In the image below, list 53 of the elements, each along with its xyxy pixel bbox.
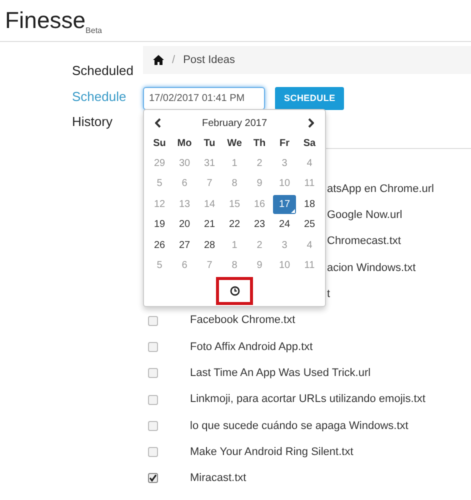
calendar-day[interactable]: 18 xyxy=(298,194,321,214)
weekday-label: Th xyxy=(252,136,267,150)
date-field[interactable]: 17/02/2017 01:41 PM xyxy=(143,87,265,110)
file-name: atsApp en Chrome.url xyxy=(327,182,434,197)
next-month-icon[interactable] xyxy=(308,118,314,128)
weekday-label: Sa xyxy=(302,136,317,150)
clock-icon xyxy=(230,286,240,296)
beta-label: Beta xyxy=(86,27,102,35)
calendar-day[interactable]: 22 xyxy=(223,215,246,234)
weekday-label: Mo xyxy=(176,136,193,150)
checkbox[interactable] xyxy=(148,368,158,378)
checkbox[interactable] xyxy=(148,394,158,405)
weekday-label: Fr xyxy=(278,136,290,150)
file-name: Linkmoji, para acortar URLs utilizando emojis.txt xyxy=(190,392,426,408)
file-name: lo que sucede cuándo se apaga Windows.txt xyxy=(190,418,408,434)
calendar-day[interactable]: 21 xyxy=(198,215,221,234)
calendar-day[interactable]: 23 xyxy=(248,215,271,234)
file-name: t xyxy=(327,287,330,302)
previous-month-icon[interactable] xyxy=(155,118,161,128)
breadcrumb-separator: / xyxy=(172,52,176,68)
breadcrumb-item[interactable]: Post Ideas xyxy=(183,52,236,68)
file-name: Chromecast.txt xyxy=(327,234,401,250)
file-name: Make Your Android Ring Silent.txt xyxy=(190,444,354,460)
calendar-day[interactable]: 24 xyxy=(273,215,296,234)
checkbox[interactable] xyxy=(148,342,158,352)
calendar-day[interactable]: 27 xyxy=(173,236,196,255)
calendar-day[interactable]: 28 xyxy=(198,236,221,255)
nav-link[interactable]: History xyxy=(72,112,143,132)
calendar-day[interactable]: 17 xyxy=(273,194,296,214)
calendar-day[interactable]: 19 xyxy=(148,215,171,234)
time-toggle-button[interactable] xyxy=(216,277,253,305)
checkbox[interactable] xyxy=(148,447,158,458)
weekday-label: We xyxy=(226,136,243,150)
file-name: acion Windows.txt xyxy=(327,260,416,276)
month-title[interactable]: February 2017 xyxy=(202,116,268,130)
app-title: Finesse xyxy=(5,9,86,32)
file-name: Google Now.url xyxy=(327,208,402,224)
weekday-label: Su xyxy=(152,136,167,150)
calendar-day[interactable]: 20 xyxy=(173,215,196,234)
calendar-day[interactable]: 25 xyxy=(298,215,321,234)
checkbox[interactable] xyxy=(148,316,158,326)
nav-link[interactable]: Scheduled xyxy=(72,61,143,80)
weekday-label: Tu xyxy=(202,136,216,150)
schedule-button[interactable]: SCHEDULE xyxy=(275,87,344,110)
file-name: Miracast.txt xyxy=(190,471,246,486)
checkbox[interactable] xyxy=(148,473,158,484)
home-icon[interactable] xyxy=(153,55,164,65)
file-name: Facebook Chrome.txt xyxy=(190,313,296,328)
calendar-day[interactable]: 26 xyxy=(148,236,171,255)
file-name: Last Time An App Was Used Trick.url xyxy=(190,366,371,381)
checkbox[interactable] xyxy=(148,420,158,431)
nav-link[interactable]: Schedule xyxy=(72,86,143,106)
file-name: Foto Affix Android App.txt xyxy=(190,340,313,355)
